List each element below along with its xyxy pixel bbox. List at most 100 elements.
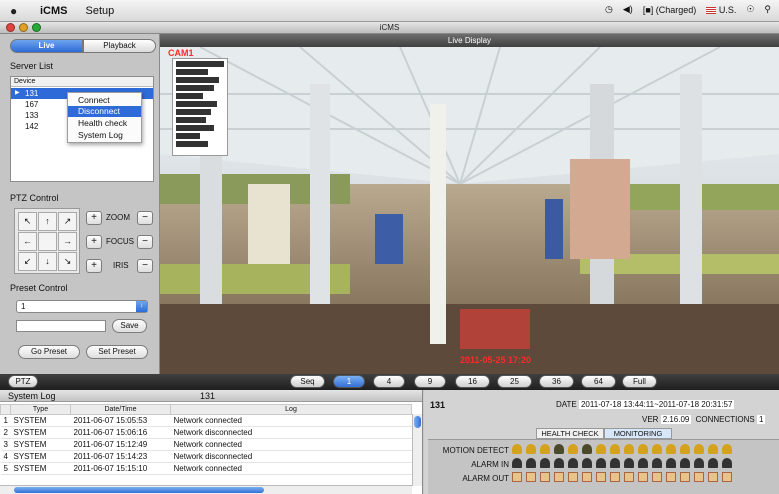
setup-menu[interactable]: Setup bbox=[86, 5, 115, 17]
date-row: DATE 2011-07-18 13:44:11~2011-07-18 20:3… bbox=[556, 400, 735, 409]
zoom-label: ZOOM bbox=[106, 213, 130, 222]
row-datetime: 2011-06-07 15:06:16 bbox=[70, 426, 171, 439]
alarm-out-icon bbox=[694, 472, 704, 482]
menu-item-disconnect[interactable]: Disconnect bbox=[68, 106, 141, 117]
camera-label: CAM1 bbox=[168, 48, 194, 58]
alarm-in-indicators bbox=[512, 458, 736, 470]
layout-full-button[interactable]: Full bbox=[622, 375, 657, 388]
motion-icon bbox=[694, 444, 704, 454]
row-type: SYSTEM bbox=[10, 462, 71, 475]
battery-status[interactable]: [■] (Charged) bbox=[643, 5, 696, 15]
table-row[interactable]: 4 SYSTEM 2011-06-07 15:14:23 Network discon… bbox=[0, 450, 412, 463]
alarm-in-icon bbox=[638, 458, 648, 468]
system-log-server: 131 bbox=[200, 391, 216, 401]
input-locale[interactable]: U.S. bbox=[706, 5, 736, 15]
pan-up-right-button[interactable]: ↗ bbox=[58, 212, 77, 231]
pan-right-button[interactable]: → bbox=[58, 232, 77, 251]
table-row[interactable]: 2 SYSTEM 2011-06-07 15:06:16 Network discon… bbox=[0, 426, 412, 439]
preset-control-title: Preset Control bbox=[10, 283, 68, 293]
layout-64-button[interactable]: 64 bbox=[581, 375, 616, 388]
save-preset-button[interactable]: Save bbox=[112, 319, 147, 333]
go-preset-button[interactable]: Go Preset bbox=[18, 345, 80, 359]
device-column-header[interactable]: Device bbox=[11, 77, 153, 87]
menu-item-system-log[interactable]: System Log bbox=[68, 130, 141, 141]
vertical-scrollbar[interactable] bbox=[412, 414, 422, 486]
alarm-in-icon bbox=[568, 458, 578, 468]
layout-1-button[interactable]: 1 bbox=[333, 375, 365, 388]
apple-icon[interactable]: ● bbox=[10, 4, 24, 18]
window-title-bar: iCMS bbox=[0, 22, 779, 34]
layout-seq-button[interactable]: Seq bbox=[290, 375, 325, 388]
zoom-in-button[interactable]: + bbox=[86, 211, 102, 225]
spotlight-icon[interactable]: ⚲ bbox=[764, 4, 771, 15]
app-menu[interactable]: iCMS bbox=[40, 5, 68, 17]
pan-down-left-button[interactable]: ↙ bbox=[18, 252, 37, 271]
row-index: 3 bbox=[0, 438, 11, 451]
row-index: 1 bbox=[0, 414, 11, 427]
row-type: SYSTEM bbox=[10, 438, 71, 451]
layout-9-button[interactable]: 9 bbox=[414, 375, 446, 388]
alarm-out-icon bbox=[638, 472, 648, 482]
row-log: Network connected bbox=[170, 462, 412, 475]
tab-playback[interactable]: Playback bbox=[83, 39, 156, 53]
camera-feed-image[interactable] bbox=[160, 34, 779, 374]
menu-item-health-check[interactable]: Health check bbox=[68, 118, 141, 129]
select-stepper-icon: ↕ bbox=[136, 301, 147, 312]
preset-select[interactable]: 1 ↕ bbox=[16, 300, 148, 313]
time-machine-icon[interactable]: ◷ bbox=[605, 4, 613, 15]
focus-far-button[interactable]: − bbox=[137, 235, 153, 249]
camera-osd-menu bbox=[172, 58, 228, 156]
focus-near-button[interactable]: + bbox=[86, 235, 102, 249]
focus-label: FOCUS bbox=[106, 237, 134, 246]
preset-name-input[interactable] bbox=[16, 320, 106, 332]
tilt-up-button[interactable]: ↑ bbox=[38, 212, 57, 231]
row-log: Network disconnected bbox=[170, 450, 412, 463]
alarm-out-icon bbox=[554, 472, 564, 482]
table-row[interactable]: 5 SYSTEM 2011-06-07 15:15:10 Network connec… bbox=[0, 462, 412, 475]
layout-36-button[interactable]: 36 bbox=[539, 375, 574, 388]
tilt-down-button[interactable]: ↓ bbox=[38, 252, 57, 271]
iris-open-button[interactable]: + bbox=[86, 259, 102, 273]
ptz-center-button[interactable] bbox=[38, 232, 57, 251]
motion-icon bbox=[568, 444, 578, 454]
motion-icon bbox=[610, 444, 620, 454]
layout-4-button[interactable]: 4 bbox=[373, 375, 405, 388]
h-scroll-thumb[interactable] bbox=[14, 487, 264, 493]
set-preset-button[interactable]: Set Preset bbox=[86, 345, 148, 359]
horizontal-scrollbar[interactable] bbox=[0, 485, 412, 494]
user-icon[interactable]: ☉ bbox=[746, 4, 754, 15]
alarm-out-icon bbox=[624, 472, 634, 482]
alarm-in-icon bbox=[512, 458, 522, 468]
tab-monitoring[interactable]: MONITORING bbox=[604, 428, 672, 439]
tab-health-check[interactable]: HEALTH CHECK bbox=[536, 428, 604, 439]
tab-live[interactable]: Live bbox=[10, 39, 83, 53]
col-type-header[interactable]: Type bbox=[10, 404, 71, 415]
disclosure-icon[interactable]: ▶ bbox=[15, 88, 20, 99]
layout-25-button[interactable]: 25 bbox=[497, 375, 532, 388]
alarm-out-icon bbox=[540, 472, 550, 482]
volume-icon[interactable]: ◀) bbox=[623, 4, 633, 15]
pan-up-left-button[interactable]: ↖ bbox=[18, 212, 37, 231]
col-datetime-header[interactable]: Date/Time bbox=[70, 404, 171, 415]
date-label: DATE bbox=[556, 400, 577, 409]
row-log: Network disconnected bbox=[170, 426, 412, 439]
ptz-toggle-button[interactable]: PTZ bbox=[8, 375, 38, 388]
iris-close-button[interactable]: − bbox=[137, 259, 153, 273]
layout-16-button[interactable]: 16 bbox=[455, 375, 490, 388]
col-index-header[interactable] bbox=[0, 404, 11, 415]
row-index: 5 bbox=[0, 462, 11, 475]
table-row[interactable]: 1 SYSTEM 2011-06-07 15:05:53 Network connec… bbox=[0, 414, 412, 427]
locale-label: U.S. bbox=[718, 4, 737, 15]
motion-detect-indicators bbox=[512, 444, 736, 456]
pan-down-right-button[interactable]: ↘ bbox=[58, 252, 77, 271]
ver-label: VER bbox=[642, 415, 659, 424]
zoom-out-button[interactable]: − bbox=[137, 211, 153, 225]
col-log-header[interactable]: Log bbox=[170, 404, 412, 415]
pan-left-button[interactable]: ← bbox=[18, 232, 37, 251]
menu-item-connect[interactable]: Connect bbox=[68, 95, 141, 106]
ver-value: 2.16.09 bbox=[660, 415, 692, 424]
table-row[interactable]: 3 SYSTEM 2011-06-07 15:12:49 Network connec… bbox=[0, 438, 412, 451]
alarm-out-icon bbox=[722, 472, 732, 482]
motion-icon bbox=[680, 444, 690, 454]
scroll-thumb[interactable] bbox=[414, 416, 421, 428]
